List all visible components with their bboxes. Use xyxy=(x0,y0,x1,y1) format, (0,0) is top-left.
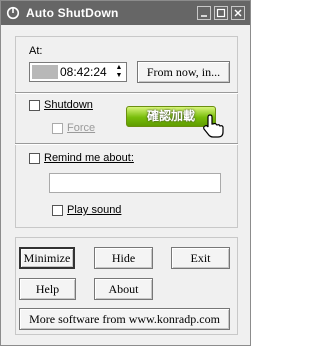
close-window-button[interactable] xyxy=(231,6,245,20)
about-button[interactable]: About xyxy=(94,278,153,300)
maximize-icon xyxy=(216,8,226,18)
remind-label-text: Remind me about: xyxy=(44,152,134,164)
window-title: Auto ShutDown xyxy=(26,6,119,20)
time-picker[interactable]: 08:42:24 ▲ ▼ xyxy=(29,62,127,82)
minimize-icon xyxy=(201,15,207,17)
date-picker-chip[interactable] xyxy=(32,65,58,79)
close-icon xyxy=(234,9,242,17)
force-checkbox[interactable] xyxy=(52,123,63,134)
separator-2 xyxy=(15,143,238,145)
help-label: Help xyxy=(35,281,60,296)
minimize-window-button[interactable] xyxy=(197,6,211,20)
remind-label[interactable]: Remind me about: xyxy=(44,152,134,164)
help-button[interactable]: Help xyxy=(19,278,76,300)
exit-label: Exit xyxy=(190,250,211,265)
shutdown-checkbox[interactable] xyxy=(29,100,40,111)
minimize-label: Minimize xyxy=(23,250,71,265)
power-app-icon xyxy=(6,6,20,20)
more-software-label: More software from www.konradp.com xyxy=(29,311,220,326)
more-software-button[interactable]: More software from www.konradp.com xyxy=(19,308,230,330)
title-bar[interactable]: Auto ShutDown xyxy=(1,1,250,25)
shutdown-label[interactable]: Shutdown xyxy=(44,99,93,111)
remind-text-field[interactable] xyxy=(49,173,221,193)
buttons-panel: Minimize Hide Exit Help About More softw… xyxy=(15,237,238,335)
time-value[interactable]: 08:42:24 xyxy=(60,65,107,79)
play-sound-checkbox[interactable] xyxy=(52,205,63,216)
at-label: At: xyxy=(29,45,43,57)
remind-checkbox[interactable] xyxy=(29,153,40,164)
confirm-load-label: 確認加載 xyxy=(146,109,195,123)
time-spinner[interactable]: ▲ ▼ xyxy=(115,64,123,80)
hide-button[interactable]: Hide xyxy=(94,247,153,269)
play-sound-label[interactable]: Play sound xyxy=(67,204,121,216)
separator-1 xyxy=(15,92,238,94)
maximize-window-button[interactable] xyxy=(214,6,228,20)
minimize-button[interactable]: Minimize xyxy=(19,247,75,269)
from-now-button[interactable]: From now, in... xyxy=(137,61,230,83)
app-window: Auto ShutDown At: 08:42:24 ▲ ▼ From now, … xyxy=(0,0,251,346)
hand-pointer-icon xyxy=(203,114,224,138)
about-label: About xyxy=(108,281,139,296)
play-sound-label-text: Play sound xyxy=(67,204,122,216)
exit-button[interactable]: Exit xyxy=(171,247,230,269)
hide-label: Hide xyxy=(111,250,136,265)
from-now-label: From now, in... xyxy=(146,64,221,79)
force-label: Force xyxy=(67,122,96,134)
settings-panel: At: 08:42:24 ▲ ▼ From now, in... Shutdown… xyxy=(15,36,238,228)
